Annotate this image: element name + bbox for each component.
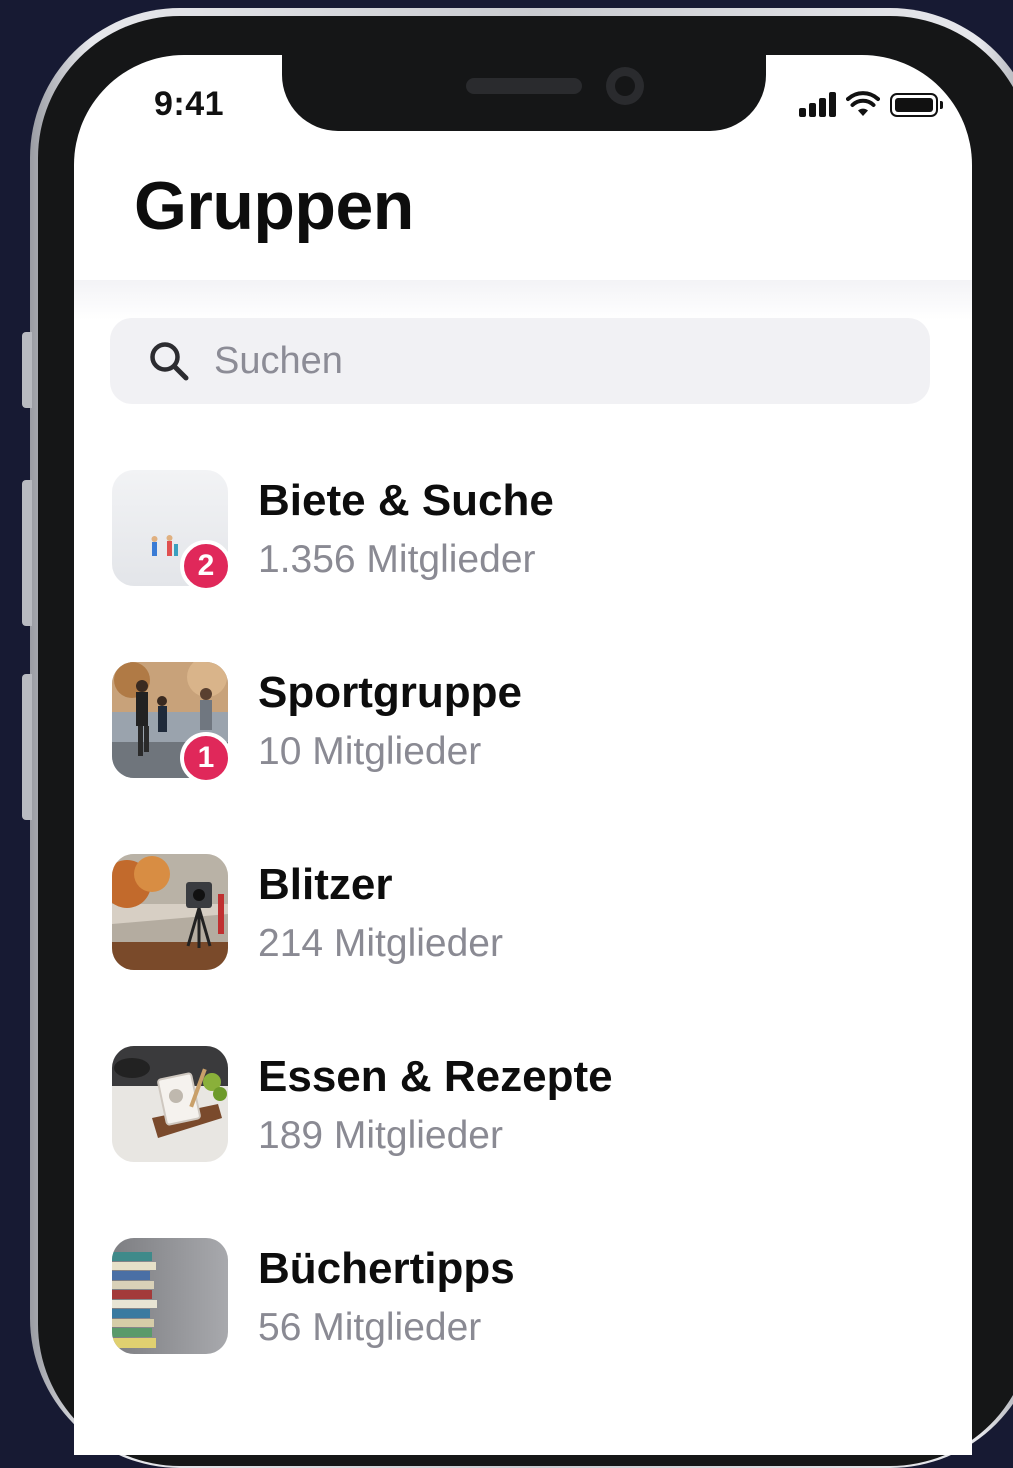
search-input[interactable]	[212, 338, 816, 384]
group-member-count: 1.356 Mitglieder	[258, 538, 536, 581]
group-list: 2 Biete & Suche 1.356 Mitglieder 1 Sport	[112, 470, 932, 1430]
unread-badge: 1	[180, 732, 232, 784]
group-item-biete-suche[interactable]: 2 Biete & Suche 1.356 Mitglieder	[112, 470, 932, 662]
status-icons	[799, 91, 943, 117]
wifi-icon	[846, 91, 880, 116]
group-member-count: 10 Mitglieder	[258, 730, 482, 773]
group-name: Büchertipps	[258, 1244, 515, 1293]
volume-down-button	[22, 674, 32, 820]
page-title: Gruppen	[134, 168, 414, 244]
search-icon	[146, 338, 192, 384]
camera	[606, 67, 644, 105]
status-time: 9:41	[154, 85, 225, 123]
group-member-count: 214 Mitglieder	[258, 922, 503, 965]
group-thumbnail	[112, 1238, 228, 1354]
group-item-buechertipps[interactable]: Büchertipps 56 Mitglieder	[112, 1238, 932, 1430]
group-name: Essen & Rezepte	[258, 1052, 613, 1101]
group-name: Blitzer	[258, 860, 393, 909]
signal-icon	[799, 91, 836, 117]
group-thumbnail	[112, 854, 228, 970]
group-thumbnail	[112, 1046, 228, 1162]
notch	[282, 55, 766, 131]
group-item-essen-rezepte[interactable]: Essen & Rezepte 189 Mitglieder	[112, 1046, 932, 1238]
mute-switch	[22, 332, 32, 408]
header-divider	[74, 280, 972, 320]
group-item-blitzer[interactable]: Blitzer 214 Mitglieder	[112, 854, 932, 1046]
phone-screen: 9:41 Gruppen Suchen 2 Biete & Suche 1.35…	[74, 55, 972, 1455]
group-name: Sportgruppe	[258, 668, 522, 717]
battery-icon	[890, 93, 943, 117]
group-member-count: 189 Mitglieder	[258, 1114, 503, 1157]
group-name: Biete & Suche	[258, 476, 554, 525]
search-bar[interactable]	[110, 318, 930, 404]
group-member-count: 56 Mitglieder	[258, 1306, 482, 1349]
speaker	[466, 78, 582, 94]
group-item-sportgruppe[interactable]: 1 Sportgruppe 10 Mitglieder	[112, 662, 932, 854]
volume-up-button	[22, 480, 32, 626]
unread-badge: 2	[180, 540, 232, 592]
